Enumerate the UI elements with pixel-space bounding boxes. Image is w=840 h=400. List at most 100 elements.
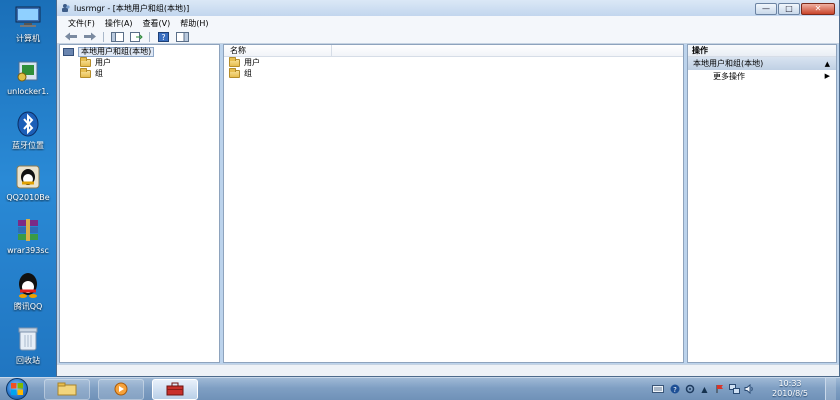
explorer-folder-icon [57,382,77,396]
tree-item-root[interactable]: 本地用户和组(本地) [60,46,219,57]
minimize-button[interactable]: — [755,2,777,15]
show-hide-tree-button[interactable] [109,31,125,42]
content-panes: 本地用户和组(本地) 用户 组 名称 用户 组 操作 本地用户和组(本地) ▲ … [59,44,837,363]
console-tree-icon [110,31,124,42]
actions-section-local-users-groups[interactable]: 本地用户和组(本地) ▲ [688,57,836,70]
tree-item-label: 本地用户和组(本地) [78,46,155,57]
actions-header: 操作 [688,45,836,57]
column-header-name[interactable]: 名称 [224,45,683,57]
desktop-icon-label: QQ2010Be [6,193,50,202]
toolbar-separator [149,31,150,42]
menu-bar: 文件(F) 操作(A) 查看(V) 帮助(H) [57,16,839,30]
window-title: lusrmgr - [本地用户和组(本地)] [74,3,190,13]
toolbox-icon [166,382,184,396]
folder-icon [229,56,240,67]
lusrmgr-window: lusrmgr - [本地用户和组(本地)] — □ ✕ 文件(F) 操作(A)… [56,0,840,377]
qq-installer-icon [13,164,43,190]
desktop-icon-bluetooth[interactable]: 蓝牙位置 [0,111,56,151]
folder-icon [80,67,91,78]
desktop-icon-label: 计算机 [16,34,40,43]
actions-pane: 操作 本地用户和组(本地) ▲ 更多操作 ▶ [687,44,837,363]
list-item-groups[interactable]: 组 [224,67,683,79]
taskbar: ? ▲ 10:33 2010/8/5 [0,377,840,400]
tree-item-label: 组 [95,69,103,78]
unlocker-icon [13,58,43,84]
back-button[interactable] [63,31,79,42]
folder-icon [80,56,91,67]
media-player-icon [114,382,128,396]
close-button[interactable]: ✕ [801,2,835,15]
system-tray: ? ▲ 10:33 2010/8/5 [651,377,840,400]
desktop-icon-label: 腾讯QQ [13,302,43,311]
title-bar[interactable]: lusrmgr - [本地用户和组(本地)] — □ ✕ [57,0,839,16]
desktop-icon-label: 蓝牙位置 [12,141,44,150]
action-center-flag-icon[interactable] [714,384,725,395]
desktop-icon-qq-installer[interactable]: QQ2010Be [0,164,56,202]
desktop-icon-recycle-bin[interactable]: 回收站 [0,326,56,366]
list-item-label: 用户 [244,58,260,67]
keyboard-icon[interactable] [651,384,665,395]
tree-item-users[interactable]: 用户 [60,56,219,68]
desktop-icon-computer[interactable]: 计算机 [0,4,56,44]
bluetooth-icon [13,111,43,137]
winrar-icon [13,217,43,243]
toolbar-separator [103,31,104,42]
windows-logo-icon [11,383,23,395]
column-divider[interactable] [331,45,332,57]
window-controls: — □ ✕ [755,2,835,15]
qq-icon [13,272,43,298]
export-list-icon [129,31,143,42]
list-item-users[interactable]: 用户 [224,56,683,68]
help-button[interactable]: ? [155,31,171,42]
maximize-button[interactable]: □ [778,2,800,15]
clock-date: 2010/8/5 [772,389,808,398]
svg-text:?: ? [673,386,677,394]
desktop-icon-label: unlocker1. [7,87,49,96]
show-desktop-button[interactable] [825,377,836,400]
desktop-icon-qq[interactable]: 腾讯QQ [0,272,56,312]
start-button[interactable] [6,378,28,400]
volume-icon[interactable] [744,384,755,395]
taskbar-explorer-button[interactable] [44,378,90,400]
help-icon: ? [157,31,169,42]
desktop-icon-label: wrar393sc [7,246,49,255]
help-tray-icon[interactable]: ? [669,384,680,395]
toolbar: ? [57,30,839,44]
tree-item-label: 用户 [95,58,111,67]
status-bar [57,364,839,376]
taskbar-media-player-button[interactable] [98,378,144,400]
back-arrow-icon [65,32,77,41]
taskbar-lusrmgr-button[interactable] [152,378,198,400]
column-header-label: 名称 [230,46,246,55]
action-pane-icon [175,31,189,42]
menu-help[interactable]: 帮助(H) [175,18,213,29]
forward-button[interactable] [82,31,98,42]
clock[interactable]: 10:33 2010/8/5 [759,379,821,399]
local-users-groups-icon [63,47,74,56]
desktop-icon-label: 回收站 [16,356,40,365]
tree-item-groups[interactable]: 组 [60,67,219,79]
export-list-button[interactable] [128,31,144,42]
menu-file[interactable]: 文件(F) [63,18,100,29]
svg-text:?: ? [161,33,165,42]
desktop-icon-winrar[interactable]: wrar393sc [0,217,56,255]
show-action-pane-button[interactable] [174,31,190,42]
computer-icon [13,4,43,30]
menu-view[interactable]: 查看(V) [138,18,176,29]
action-item-label: 更多操作 [713,71,745,81]
collapse-up-icon: ▲ [824,59,830,68]
menu-action[interactable]: 操作(A) [100,18,138,29]
results-list-pane: 名称 用户 组 [223,44,684,363]
network-icon[interactable] [729,384,740,395]
action-more-actions[interactable]: 更多操作 ▶ [688,70,836,82]
folder-icon [229,67,240,78]
desktop-icon-unlocker[interactable]: unlocker1. [0,58,56,96]
show-hidden-icons-arrow-icon[interactable]: ▲ [699,384,710,395]
actions-section-label: 本地用户和组(本地) [693,59,764,68]
submenu-arrow-icon: ▶ [824,72,830,80]
recycle-bin-icon [13,326,43,352]
forward-arrow-icon [84,32,96,41]
clock-time: 10:33 [778,379,802,388]
settings-icon[interactable] [684,384,695,395]
users-icon [62,4,70,12]
